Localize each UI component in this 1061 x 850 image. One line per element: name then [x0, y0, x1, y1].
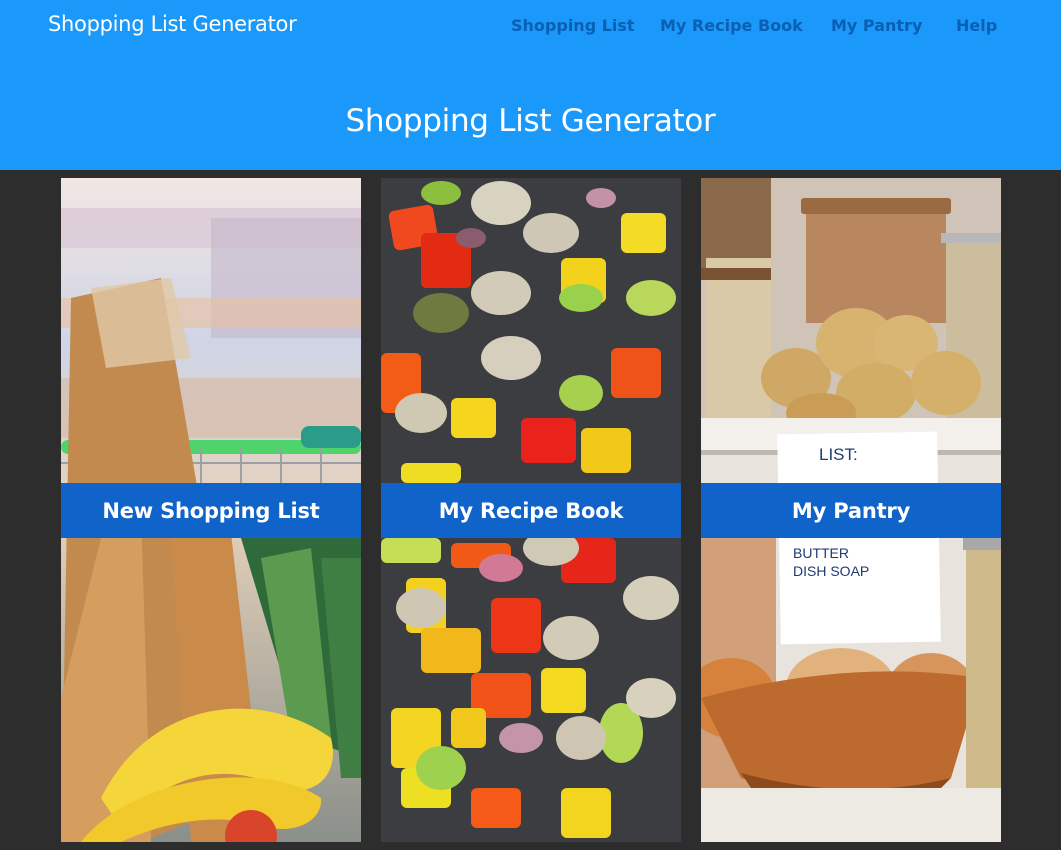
pantry-note-item: DISH SOAP: [793, 563, 869, 579]
top-header: Shopping List Generator Shopping List My…: [0, 0, 1061, 170]
card-new-shopping-list[interactable]: New Shopping List: [61, 178, 361, 842]
main-nav: Shopping List My Recipe Book My Pantry H…: [0, 16, 1061, 40]
nav-my-pantry[interactable]: My Pantry: [831, 16, 922, 35]
pantry-note-item: BUTTER: [793, 545, 849, 561]
card-label-new-shopping-list[interactable]: New Shopping List: [61, 483, 361, 538]
card-my-recipe-book[interactable]: My Recipe Book: [381, 178, 681, 842]
card-my-pantry[interactable]: LIST: BUTTER DISH SOAP My Pantry: [701, 178, 1001, 842]
nav-shopping-list[interactable]: Shopping List: [511, 16, 635, 35]
card-label-my-recipe-book[interactable]: My Recipe Book: [381, 483, 681, 538]
card-label-my-pantry[interactable]: My Pantry: [701, 483, 1001, 538]
nav-help[interactable]: Help: [956, 16, 997, 35]
nav-my-recipe-book[interactable]: My Recipe Book: [660, 16, 803, 35]
pantry-note-heading: LIST:: [819, 445, 858, 464]
page-title: Shopping List Generator: [345, 103, 716, 139]
